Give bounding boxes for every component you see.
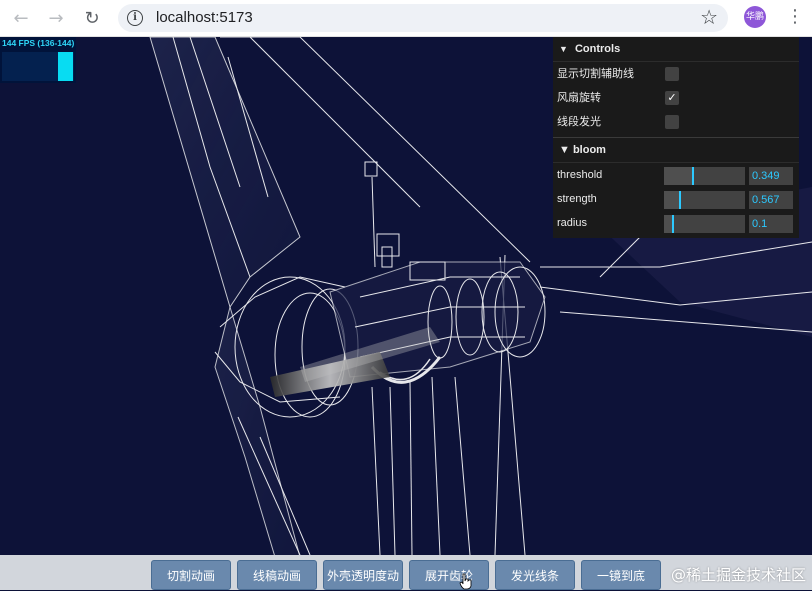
- action-bar: 切割动画 线稿动画 外壳透明度动 展开齿轮 发光线条 一镜到底 @稀土掘金技术社…: [0, 555, 812, 590]
- glow-lines-button[interactable]: 发光线条: [495, 560, 575, 590]
- expand-gears-button[interactable]: 展开齿轮: [409, 560, 489, 590]
- reload-icon[interactable]: ↻: [79, 6, 105, 32]
- star-icon[interactable]: ☆: [700, 5, 718, 29]
- chevron-down-icon: ▼: [559, 144, 570, 156]
- slider-knob[interactable]: [672, 215, 674, 233]
- strength-input[interactable]: 0.567: [749, 191, 793, 209]
- param-label: strength: [557, 193, 597, 205]
- slider-fill: [664, 167, 692, 185]
- toggle-label: 显示切割辅助线: [557, 68, 634, 80]
- slider-knob[interactable]: [692, 167, 694, 185]
- fps-graph: [2, 52, 74, 81]
- toggle-line-glow[interactable]: 线段发光: [553, 110, 799, 134]
- slider-knob[interactable]: [679, 191, 681, 209]
- one-shot-camera-button[interactable]: 一镜到底: [581, 560, 661, 590]
- radius-row: radius 0.1: [553, 211, 799, 235]
- toggle-label: 线段发光: [557, 116, 601, 128]
- threshold-slider[interactable]: [664, 167, 745, 185]
- fps-meter: 144 FPS (136-144): [0, 37, 76, 83]
- hand-cursor-icon: [459, 573, 472, 590]
- controls-title-label: Controls: [574, 43, 621, 55]
- radius-input[interactable]: 0.1: [749, 215, 793, 233]
- radius-slider[interactable]: [664, 215, 745, 233]
- param-label: threshold: [557, 169, 603, 181]
- toggle-cut-guides[interactable]: 显示切割辅助线: [553, 62, 799, 86]
- controls-title[interactable]: ▼ Controls: [553, 37, 799, 62]
- threshold-input[interactable]: 0.349: [749, 167, 793, 185]
- back-arrow-icon[interactable]: ←: [8, 6, 34, 32]
- url-text[interactable]: localhost:5173: [156, 9, 253, 26]
- shell-opacity-button[interactable]: 外壳透明度动: [323, 560, 403, 590]
- threshold-row: threshold 0.349: [553, 163, 799, 187]
- address-bar[interactable]: i localhost:5173 ☆: [118, 4, 728, 32]
- strength-slider[interactable]: [664, 191, 745, 209]
- kebab-menu-icon[interactable]: ⋮: [786, 5, 804, 29]
- forward-arrow-icon[interactable]: →: [43, 6, 69, 32]
- strength-row: strength 0.567: [553, 187, 799, 211]
- line-glow-checkbox[interactable]: [665, 115, 679, 129]
- toggle-fan-rotation[interactable]: 风扇旋转 ✓: [553, 86, 799, 110]
- bloom-folder-title[interactable]: ▼ bloom: [553, 137, 799, 163]
- param-label: radius: [557, 217, 587, 229]
- fps-bar: [58, 52, 73, 81]
- fps-label: 144 FPS (136-144): [2, 38, 75, 48]
- browser-toolbar: ← → ↻ i localhost:5173 ☆ 华鹏 ⋮: [0, 0, 812, 37]
- checkmark-icon: ✓: [667, 92, 677, 104]
- cut-animation-button[interactable]: 切割动画: [151, 560, 231, 590]
- cut-guides-checkbox[interactable]: [665, 67, 679, 81]
- fan-rotation-checkbox[interactable]: ✓: [665, 91, 679, 105]
- info-icon[interactable]: i: [127, 10, 143, 26]
- slider-fill: [664, 215, 672, 233]
- avatar[interactable]: 华鹏: [744, 6, 766, 28]
- controls-panel: ▼ Controls 显示切割辅助线 风扇旋转 ✓ 线段发光 ▼ bloom t…: [553, 37, 799, 238]
- slider-fill: [664, 191, 679, 209]
- chevron-down-icon: ▼: [559, 44, 568, 54]
- toggle-label: 风扇旋转: [557, 92, 601, 104]
- wireframe-animation-button[interactable]: 线稿动画: [237, 560, 317, 590]
- watermark: @稀土掘金技术社区: [670, 566, 806, 584]
- bloom-title-label: bloom: [572, 144, 606, 156]
